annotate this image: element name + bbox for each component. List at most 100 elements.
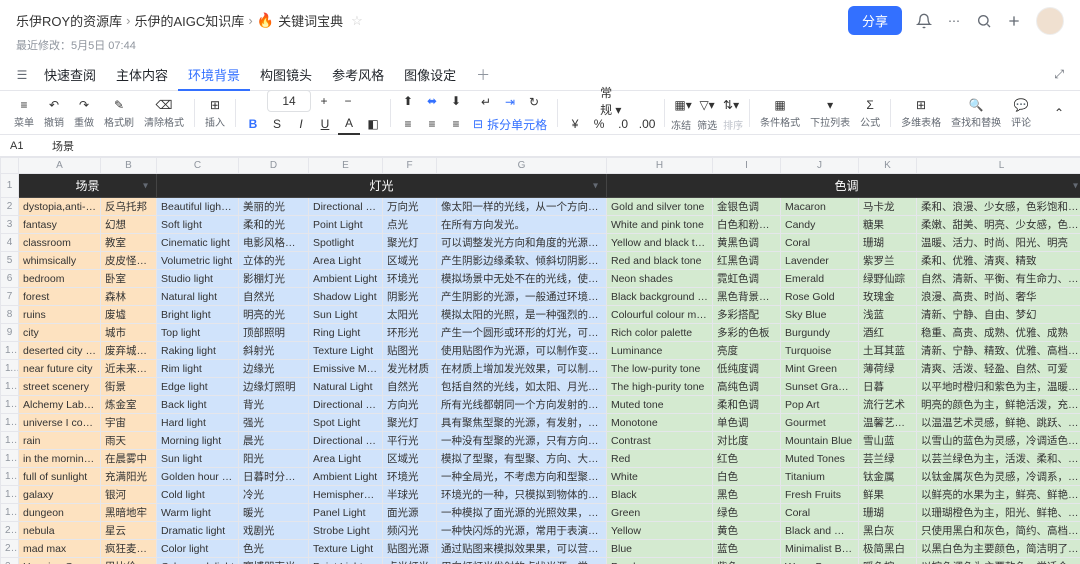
cell[interactable]: 太阳光 — [383, 306, 437, 324]
cell[interactable]: 单色调 — [713, 414, 781, 432]
cell[interactable]: Top light — [157, 324, 239, 342]
cell[interactable]: 清爽、活泼、轻盈、自然、可爱 — [917, 360, 1080, 378]
cell[interactable]: 废墟 — [101, 306, 157, 324]
cell[interactable]: 可以调整发光方向和角度的光源。用于聚焦光线。 — [437, 234, 607, 252]
cell[interactable]: Texture Light — [309, 342, 383, 360]
col-header[interactable]: E — [309, 158, 383, 174]
cell[interactable]: Muted tone — [607, 396, 713, 414]
align-center-icon[interactable]: ≡ — [421, 113, 443, 135]
share-button[interactable]: 分享 — [848, 6, 902, 35]
redo-icon[interactable]: ↷ — [76, 97, 92, 113]
cell[interactable]: 一种没有型聚的光源，只有方向和光照强度性 — [437, 432, 607, 450]
cell[interactable]: 芸兰绿 — [859, 450, 917, 468]
cell[interactable]: 巴比伦空中花园 — [101, 558, 157, 564]
cell[interactable]: 聚光灯 — [383, 414, 437, 432]
cell[interactable]: 高纯色调 — [713, 378, 781, 396]
cell[interactable]: Macaron — [781, 198, 859, 216]
cell[interactable]: Panel Light — [309, 504, 383, 522]
cell[interactable]: 通过贴图来模拟效果果，可以营造出现实环境中光影效果 — [437, 540, 607, 558]
cell[interactable]: Natural light — [157, 288, 239, 306]
cell[interactable]: 稳重、高贵、成熟、优雅、成熟 — [917, 324, 1080, 342]
percent-icon[interactable]: % — [588, 113, 610, 135]
cell[interactable]: 玫瑰金 — [859, 288, 917, 306]
cell[interactable]: Point Light — [309, 558, 383, 564]
col-header[interactable]: B — [101, 158, 157, 174]
cell[interactable]: Raking light — [157, 342, 239, 360]
cell[interactable]: ruins — [19, 306, 101, 324]
cell[interactable]: Ring Light — [309, 324, 383, 342]
cell[interactable]: Red — [607, 450, 713, 468]
cell[interactable]: 一种模拟了面光源的光照效果，可以产生柔和的明影效果 — [437, 504, 607, 522]
cell[interactable]: 以棕色调色为主要款色，常适合于温暖，自然的氛围，适合于方藏、 — [917, 558, 1080, 564]
cell[interactable]: near future city — [19, 360, 101, 378]
multidim-icon[interactable]: ⊞ — [913, 97, 929, 113]
plus-icon[interactable] — [1006, 13, 1022, 29]
cell[interactable]: Area Light — [309, 252, 383, 270]
cell[interactable]: 以雪山的蓝色为灵感，冷调适色，清爽、深透 — [917, 432, 1080, 450]
align-right-icon[interactable]: ≡ — [445, 113, 467, 135]
cell[interactable]: 贴图光 — [383, 342, 437, 360]
cell[interactable]: nebula — [19, 522, 101, 540]
col-header[interactable]: F — [383, 158, 437, 174]
avatar[interactable] — [1036, 7, 1064, 35]
cell[interactable]: 冷光 — [239, 486, 309, 504]
col-header[interactable]: I — [713, 158, 781, 174]
cell[interactable]: 柔和色调 — [713, 396, 781, 414]
cell[interactable]: 幻想 — [101, 216, 157, 234]
cell[interactable]: 点光 — [383, 216, 437, 234]
cell[interactable]: 反乌托邦 — [101, 198, 157, 216]
cell[interactable]: 自然、清新、平衡、有生命力、稳定 — [917, 270, 1080, 288]
cell[interactable]: 立体的光 — [239, 252, 309, 270]
cell[interactable]: 教室 — [101, 234, 157, 252]
cell[interactable]: Gourmet — [781, 414, 859, 432]
cell[interactable]: full of sunlight — [19, 468, 101, 486]
cell[interactable]: Cinematic light — [157, 234, 239, 252]
cell[interactable]: Ambient Light — [309, 270, 383, 288]
cell[interactable]: 浪漫、高贵、时尚、奢华 — [917, 288, 1080, 306]
cell[interactable]: 极简黑白 — [859, 540, 917, 558]
cell[interactable]: 鲜果 — [859, 486, 917, 504]
cell[interactable]: 背光 — [239, 396, 309, 414]
comment-icon[interactable]: 💬 — [1013, 97, 1029, 113]
cell[interactable]: Area Light — [309, 450, 383, 468]
yen-icon[interactable]: ¥ — [564, 113, 586, 135]
cell[interactable]: 白色 — [713, 468, 781, 486]
cell[interactable]: 温暖、活力、时尚、阳光、明亮 — [917, 234, 1080, 252]
col-header[interactable]: J — [781, 158, 859, 174]
cell[interactable]: city — [19, 324, 101, 342]
decimal-inc-icon[interactable]: .00 — [636, 113, 658, 135]
spreadsheet-grid[interactable]: ABCDEFGHIJKLMN1场景▾灯光▾色调▾自然光▾2dystopia,an… — [0, 157, 1080, 564]
cell[interactable]: 柔和、优雅、清爽、精致 — [917, 252, 1080, 270]
decimal-dec-icon[interactable]: .0 — [612, 113, 634, 135]
cell[interactable]: Emerald — [781, 270, 859, 288]
cell[interactable]: Spotlight — [309, 234, 383, 252]
cell[interactable]: Studio light — [157, 270, 239, 288]
cell[interactable]: 雪山蓝 — [859, 432, 917, 450]
cell[interactable]: Warm Brown — [781, 558, 859, 564]
cell[interactable]: galaxy — [19, 486, 101, 504]
cell[interactable]: 皮皮怪天开 — [101, 252, 157, 270]
cell[interactable]: 戏剧光 — [239, 522, 309, 540]
cell[interactable]: 以平地时橙归和紫色为主，温暖、柔和、浪 — [917, 378, 1080, 396]
collapse-toolbar-icon[interactable]: ⌃ — [1048, 102, 1070, 124]
cell[interactable]: 柔和、浪漫、少女感，色彩饱和度高 — [917, 198, 1080, 216]
cell[interactable]: Turquoise — [781, 342, 859, 360]
cell[interactable]: 日暮 — [859, 378, 917, 396]
cell[interactable]: Yellow — [607, 522, 713, 540]
rotate-icon[interactable]: ↻ — [523, 91, 545, 113]
cell[interactable]: 绿色 — [713, 504, 781, 522]
cell[interactable]: 具有聚焦型聚的光源，有发射，方向、距离次照范围等制性 — [437, 414, 607, 432]
cell[interactable]: bedroom — [19, 270, 101, 288]
cell[interactable]: 雨天 — [101, 432, 157, 450]
cell[interactable]: 红黑色调 — [713, 252, 781, 270]
cell[interactable]: 红色 — [713, 450, 781, 468]
formula-icon[interactable]: Σ — [862, 97, 878, 113]
cell[interactable]: 黄色 — [713, 522, 781, 540]
cell[interactable]: 废弃城市建筑群 — [101, 342, 157, 360]
cell[interactable]: 阳光 — [239, 450, 309, 468]
italic-button[interactable]: I — [290, 113, 312, 135]
breadcrumb-item[interactable]: 乐伊的AIGC知识库 — [135, 11, 245, 30]
cell[interactable]: 马卡龙 — [859, 198, 917, 216]
cell[interactable]: 频闪光 — [383, 522, 437, 540]
cell[interactable]: 柔嫩、甜美、明亮、少女感，色彩饱和度高 — [917, 216, 1080, 234]
